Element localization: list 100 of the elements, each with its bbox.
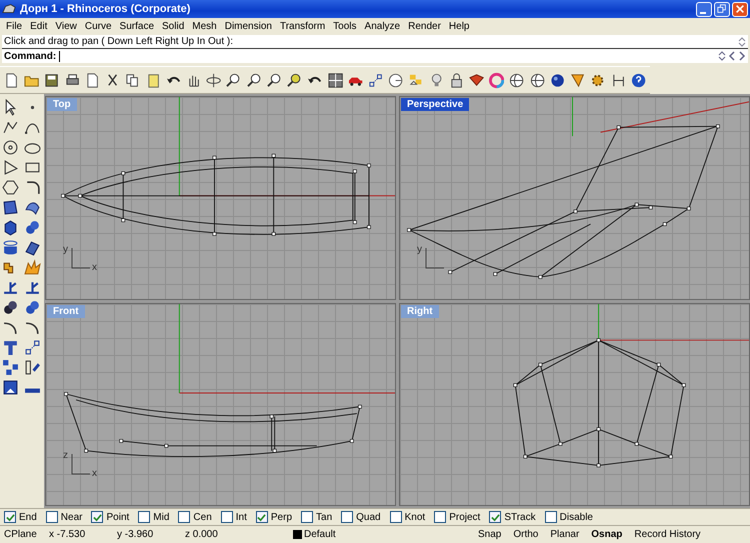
layer-pane[interactable]: Default [289, 529, 472, 540]
viewport[interactable]: Perspective y [399, 96, 750, 300]
triangle-curve-icon[interactable] [2, 159, 19, 176]
scroll-arrows-icon[interactable] [718, 51, 726, 61]
cone-icon[interactable] [570, 72, 586, 88]
axis-label: x [92, 469, 97, 479]
cylinder-icon[interactable] [2, 239, 19, 256]
mesh-icon[interactable] [24, 239, 41, 256]
document-icon[interactable] [84, 72, 100, 88]
status-toggle[interactable]: Snap [472, 529, 508, 540]
menu-item[interactable]: Solid [158, 20, 188, 32]
osnap-checkbox[interactable]: Point [91, 511, 130, 523]
osnap-checkbox[interactable]: Project [434, 511, 480, 523]
fillet-icon[interactable] [24, 179, 41, 196]
status-toggle[interactable]: Record History [628, 529, 707, 540]
viewport[interactable]: Front z x [45, 302, 396, 506]
rotate-view-icon[interactable] [206, 72, 222, 88]
clipboard-icon[interactable] [146, 72, 161, 88]
rhino-icon [2, 2, 16, 16]
zoom-selected-icon[interactable] [287, 72, 302, 88]
minimize-button[interactable] [696, 2, 712, 16]
help-icon[interactable] [630, 72, 646, 88]
viewport-title-tab[interactable]: Perspective [401, 98, 470, 111]
status-toggle[interactable]: Osnap [585, 529, 628, 540]
checkmark-icon [490, 512, 500, 522]
menu-item[interactable]: Render [404, 20, 445, 32]
circles-icon[interactable] [24, 299, 41, 316]
z-coordinate: z 0.000 [184, 529, 219, 540]
close-button[interactable] [732, 2, 748, 16]
osnap-checkbox[interactable]: Disable [544, 511, 593, 523]
x-coordinate: x -7.530 [48, 529, 86, 540]
axis-label: x [92, 262, 97, 272]
cplane-label: CPlane [3, 529, 38, 540]
status-toggle[interactable]: Planar [544, 529, 586, 540]
command-history: Click and drag to pan ( Down Left Right Up In Out ): [2, 35, 748, 49]
command-field[interactable]: Command: [2, 49, 748, 63]
boolean-icon[interactable] [2, 299, 19, 316]
y-axis-line [598, 304, 600, 340]
viewport[interactable]: Top y x [45, 96, 396, 300]
osnap-checkbox[interactable]: Int [220, 511, 247, 523]
menu-item[interactable]: Edit [26, 20, 52, 32]
text-icon[interactable] [2, 339, 19, 356]
menu-item[interactable]: View [51, 20, 81, 32]
y-coordinate: y -3.960 [116, 529, 154, 540]
zoom-in-icon[interactable] [226, 72, 242, 88]
blocks-icon[interactable] [2, 359, 19, 376]
spheres-icon[interactable] [24, 219, 41, 236]
new-file-icon[interactable] [4, 72, 20, 88]
padlock-icon[interactable] [448, 72, 464, 88]
grid-sphere-icon[interactable] [530, 72, 545, 88]
menu-item[interactable]: Dimension [220, 20, 276, 32]
polygon-icon[interactable] [2, 179, 19, 196]
burst-icon[interactable] [24, 259, 41, 276]
osnap-checkbox[interactable]: STrack [489, 511, 536, 523]
copy-icon[interactable] [125, 72, 141, 88]
axis-indicator-icon [70, 454, 90, 476]
checkmark-icon [6, 512, 14, 522]
axis-label: z [63, 451, 68, 461]
osnap-checkbox[interactable]: Near [46, 511, 82, 523]
menu-item[interactable]: Analyze [360, 20, 404, 32]
osnap-checkbox[interactable]: Cen [178, 511, 212, 523]
axis-label: y [417, 244, 422, 254]
menu-item[interactable]: Curve [80, 20, 116, 32]
shaded-sphere-icon[interactable] [550, 72, 566, 88]
restore-button[interactable] [714, 2, 730, 16]
scroll-arrows-icon[interactable] [738, 36, 746, 46]
points-icon[interactable] [24, 339, 41, 356]
axis-indicator-icon [70, 248, 90, 270]
menu-item[interactable]: Surface [116, 20, 158, 32]
four-viewports-icon[interactable] [328, 72, 343, 88]
minimize-icon [700, 12, 706, 14]
axis-label: y [63, 244, 68, 254]
osnap-checkbox[interactable]: Tan [301, 511, 332, 523]
shaded-surface-icon[interactable] [469, 72, 484, 88]
menu-item[interactable]: Transform [276, 20, 330, 32]
checkmark-icon [92, 512, 102, 522]
osnap-checkbox[interactable]: Perp [256, 511, 292, 523]
circle-target-icon[interactable] [388, 72, 404, 88]
osnap-checkbox[interactable]: Knot [390, 511, 426, 523]
close-icon [735, 4, 745, 14]
menu-item[interactable]: Tools [329, 20, 361, 32]
zoom-window-icon[interactable] [246, 72, 262, 88]
checkmark-icon [257, 512, 266, 522]
zoom-extents-icon[interactable] [266, 72, 282, 88]
status-toggle[interactable]: Ortho [507, 529, 544, 540]
color-wheel-icon[interactable] [489, 72, 504, 88]
menu-item[interactable]: Help [444, 20, 474, 32]
window-title: Дорн 1 - Rhinoceros (Corporate) [20, 3, 192, 15]
cube-icon[interactable] [2, 379, 19, 396]
circle-icon[interactable] [2, 139, 19, 156]
osnap-checkbox[interactable]: Quad [341, 511, 381, 523]
polyline-icon[interactable] [2, 119, 19, 136]
menu-item[interactable]: Mesh [188, 20, 221, 32]
osnap-checkbox[interactable]: Mid [138, 511, 170, 523]
box-icon[interactable] [2, 219, 19, 236]
menu-item[interactable]: File [2, 20, 26, 32]
osnap-checkbox[interactable]: End [4, 511, 37, 523]
wire-sphere-icon[interactable] [509, 72, 525, 88]
axis-indicator-icon [424, 248, 444, 270]
surface-patch-icon[interactable] [2, 199, 19, 216]
